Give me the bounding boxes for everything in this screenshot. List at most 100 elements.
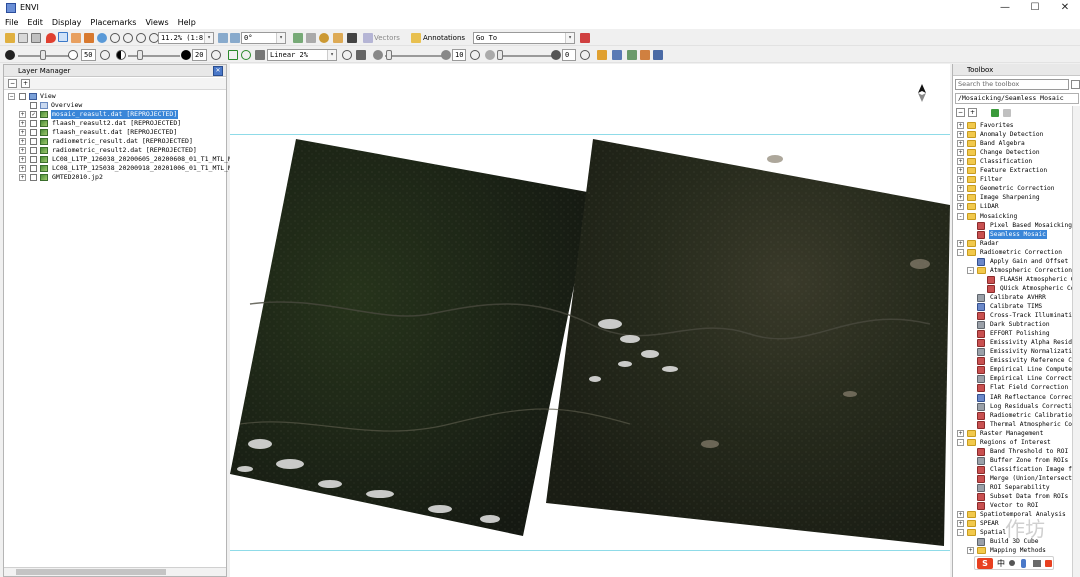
microphone-icon[interactable]	[1021, 559, 1026, 568]
expand-toggle[interactable]: +	[19, 138, 26, 145]
toolbox-search-input[interactable]: Search the toolbox	[955, 79, 1069, 90]
contrast-slider-knob[interactable]	[137, 50, 143, 60]
stretch-full-icon[interactable]	[228, 50, 238, 60]
layer-visibility-checkbox[interactable]	[30, 120, 37, 127]
search-icon[interactable]	[1071, 80, 1080, 89]
expand-toggle[interactable]: +	[957, 131, 964, 139]
reset-brightness-icon[interactable]	[100, 50, 110, 60]
expand-toggle[interactable]: -	[957, 248, 964, 256]
refresh-stretch-icon[interactable]	[342, 50, 352, 60]
crosshair-icon[interactable]	[293, 33, 303, 43]
view-blend-icon[interactable]	[627, 50, 637, 60]
brightness-slider-knob[interactable]	[40, 50, 46, 60]
pan-icon[interactable]	[71, 33, 81, 43]
maximize-button[interactable]: ☐	[1020, 0, 1050, 16]
menu-placemarks[interactable]: Placemarks	[85, 16, 140, 29]
remove-favorite-icon[interactable]	[1003, 109, 1011, 117]
add-favorite-icon[interactable]	[991, 109, 999, 117]
layer-visibility-checkbox[interactable]	[30, 174, 37, 181]
stretch-custom-icon[interactable]	[241, 50, 251, 60]
minimize-button[interactable]: —	[990, 0, 1020, 16]
expand-toggle[interactable]: +	[19, 120, 26, 127]
annotations-menu[interactable]: Annotations	[423, 32, 465, 44]
expand-toggle[interactable]: +	[967, 547, 974, 555]
sharpen-slider-knob[interactable]	[386, 50, 392, 60]
goto-field[interactable]: Go To ▾	[473, 32, 575, 44]
overview-checkbox[interactable]	[30, 102, 37, 109]
keyboard-icon[interactable]	[1033, 560, 1041, 567]
toolbox-path-field[interactable]: /Mosaicking/Seamless Mosaic	[955, 93, 1079, 104]
contrast-slider[interactable]	[128, 55, 180, 57]
layer-manager-close-icon[interactable]: ✕	[213, 66, 223, 76]
zoom-in-icon[interactable]	[110, 33, 120, 43]
rotate-left-icon[interactable]	[218, 33, 228, 43]
view-checkbox[interactable]	[19, 93, 26, 100]
expand-toggle[interactable]: +	[19, 147, 26, 154]
expand-toggle[interactable]: +	[19, 174, 26, 181]
transparency-slider[interactable]	[497, 55, 555, 57]
toolbox-vscrollbar[interactable]	[1072, 106, 1080, 577]
layer-visibility-checkbox[interactable]	[30, 165, 37, 172]
zoom-dropdown[interactable]: 11.2% (1:8.9 ▾	[158, 32, 214, 44]
expand-toggle[interactable]: +	[957, 149, 964, 157]
layer-visibility-checkbox[interactable]	[30, 147, 37, 154]
expand-toggle[interactable]: +	[957, 167, 964, 175]
hscroll-thumb[interactable]	[16, 569, 166, 575]
reset-transparency-icon[interactable]	[580, 50, 590, 60]
toolbox-expand-icon[interactable]: +	[968, 108, 977, 117]
reset-contrast-icon[interactable]	[211, 50, 221, 60]
contrast-value[interactable]: 20	[192, 49, 207, 61]
layer-visibility-checkbox[interactable]	[30, 156, 37, 163]
stretch-dropdown[interactable]: Linear 2% ▾	[267, 49, 337, 61]
expand-toggle[interactable]: +	[957, 239, 964, 247]
expand-toggle[interactable]: +	[957, 511, 964, 519]
ime-logo-icon[interactable]: S	[977, 558, 993, 569]
sharpen-slider[interactable]	[385, 55, 443, 57]
transparency-slider-knob[interactable]	[497, 50, 503, 60]
rotation-dropdown[interactable]: 0° ▾	[241, 32, 286, 44]
image-display[interactable]	[230, 64, 950, 577]
ruler-icon[interactable]	[347, 33, 357, 43]
close-button[interactable]: ✕	[1050, 0, 1080, 16]
menu-display[interactable]: Display	[47, 16, 86, 29]
brightness-value[interactable]: 50	[81, 49, 96, 61]
vectors-menu[interactable]: Vectors	[374, 32, 400, 44]
layer-visibility-checkbox[interactable]	[30, 138, 37, 145]
open-file-icon[interactable]	[5, 33, 15, 43]
menu-edit[interactable]: Edit	[22, 16, 47, 29]
layer-visibility-checkbox[interactable]: ✓	[30, 111, 37, 118]
view-flicker-icon[interactable]	[640, 50, 650, 60]
expand-toggle[interactable]: +	[957, 185, 964, 193]
collapse-all-icon[interactable]: −	[8, 79, 17, 88]
data-manager-icon[interactable]	[18, 33, 28, 43]
expand-toggle[interactable]: -	[957, 529, 964, 537]
rotate-icon[interactable]	[97, 33, 107, 43]
expand-toggle[interactable]: +	[957, 429, 964, 437]
expand-toggle[interactable]: +	[957, 194, 964, 202]
expand-toggle[interactable]: -	[967, 266, 974, 274]
toolbox-collapse-icon[interactable]: −	[956, 108, 965, 117]
expand-toggle[interactable]: +	[19, 165, 26, 172]
expand-toggle[interactable]: +	[19, 111, 26, 118]
ime-language-toggle[interactable]: 中	[997, 558, 1005, 569]
layer-visibility-checkbox[interactable]	[30, 129, 37, 136]
sharpen-value[interactable]: 10	[452, 49, 466, 61]
fly-icon[interactable]	[84, 33, 94, 43]
layer-icon[interactable]	[31, 33, 41, 43]
measure-icon[interactable]	[319, 33, 329, 43]
expand-toggle[interactable]: +	[957, 122, 964, 129]
placemark-icon[interactable]	[46, 33, 56, 43]
histogram-icon[interactable]	[255, 50, 265, 60]
stretch-options-icon[interactable]	[356, 50, 366, 60]
zoom-out-icon[interactable]	[123, 33, 133, 43]
zoom-fixed-in-icon[interactable]	[136, 33, 146, 43]
ime-punct-icon[interactable]	[1009, 560, 1015, 566]
expand-toggle[interactable]: -	[957, 212, 964, 220]
collapse-toggle[interactable]: −	[8, 93, 15, 100]
expand-toggle[interactable]: -	[957, 438, 964, 446]
cursor-value-icon[interactable]	[306, 33, 316, 43]
ime-settings-icon[interactable]	[1045, 560, 1052, 567]
layer-manager-hscrollbar[interactable]	[4, 567, 226, 576]
view-swipe-icon[interactable]	[653, 50, 663, 60]
menu-views[interactable]: Views	[140, 16, 172, 29]
